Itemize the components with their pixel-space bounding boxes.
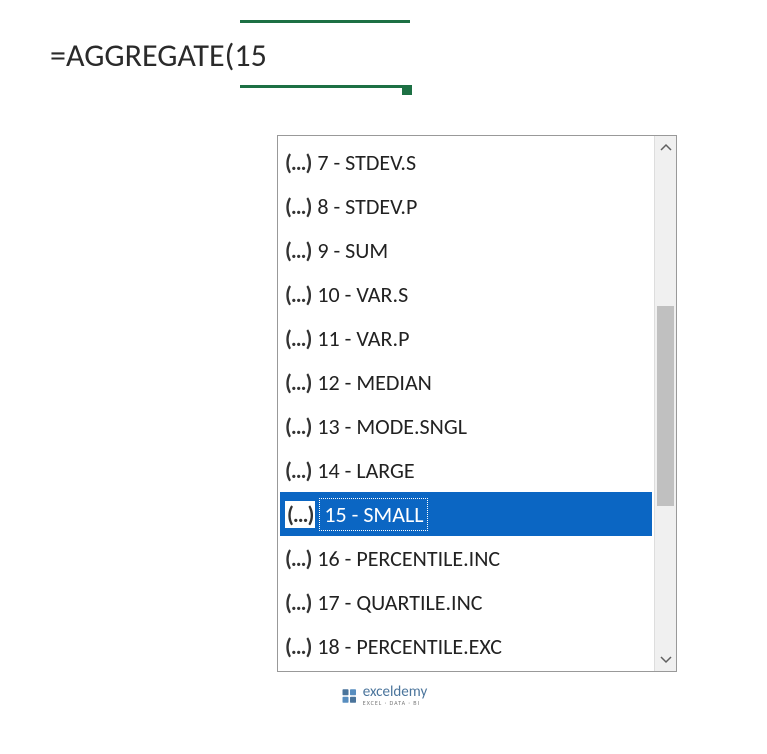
dropdown-item-stdevp[interactable]: (...) 8 - STDEV.P <box>280 184 652 228</box>
dropdown-item-label: 7 - STDEV.S <box>315 149 416 176</box>
dropdown-item-label: 10 - VAR.S <box>315 281 408 308</box>
dropdown-item-label: 15 - SMALL <box>319 498 428 531</box>
dropdown-item-label: 9 - SUM <box>315 237 388 264</box>
chevron-down-icon <box>660 656 672 664</box>
function-icon: (...) <box>285 457 311 484</box>
function-icon: (...) <box>285 281 311 308</box>
watermark-brand: exceldemy <box>363 685 427 700</box>
dropdown-item-median[interactable]: (...) 12 - MEDIAN <box>280 360 652 404</box>
watermark-logo-icon <box>340 687 358 705</box>
dropdown-item-label: 16 - PERCENTILE.INC <box>315 545 500 572</box>
dropdown-item-quartileinc[interactable]: (...) 17 - QUARTILE.INC <box>280 580 652 624</box>
watermark: exceldemy EXCEL · DATA · BI <box>340 685 427 706</box>
dropdown-item-percentileexc[interactable]: (...) 18 - PERCENTILE.EXC <box>280 624 652 668</box>
function-icon: (...) <box>285 633 311 660</box>
dropdown-item-sum[interactable]: (...) 9 - SUM <box>280 228 652 272</box>
dropdown-item-label: 18 - PERCENTILE.EXC <box>315 633 502 660</box>
dropdown-item-large[interactable]: (...) 14 - LARGE <box>280 448 652 492</box>
highlight-underline <box>240 85 410 88</box>
scrollbar[interactable] <box>654 136 676 671</box>
scroll-track[interactable] <box>655 158 676 649</box>
function-icon: (...) <box>285 589 311 616</box>
dropdown-item-label: 8 - STDEV.P <box>315 193 417 220</box>
formula-bar-area: =AGGREGATE(15 <box>50 30 370 81</box>
watermark-tagline: EXCEL · DATA · BI <box>363 700 427 706</box>
dropdown-item-varp[interactable]: (...) 11 - VAR.P <box>280 316 652 360</box>
function-icon: (...) <box>285 369 311 396</box>
dropdown-item-label: 11 - VAR.P <box>315 325 409 352</box>
dropdown-item-label: 13 - MODE.SNGL <box>315 413 467 440</box>
autocomplete-dropdown: (...) 7 - STDEV.S (...) 8 - STDEV.P (...… <box>277 135 677 672</box>
dropdown-item-modesngl[interactable]: (...) 13 - MODE.SNGL <box>280 404 652 448</box>
formula-prefix: =AGGREGATE( <box>50 36 234 75</box>
highlight-overline <box>240 20 410 23</box>
scroll-down-arrow[interactable] <box>655 649 676 671</box>
dropdown-item-small[interactable]: (...) 15 - SMALL <box>280 492 652 536</box>
function-icon: (...) <box>287 501 313 528</box>
function-icon: (...) <box>285 325 311 352</box>
dropdown-item-label: 14 - LARGE <box>315 457 414 484</box>
watermark-text: exceldemy EXCEL · DATA · BI <box>363 685 427 706</box>
function-icon: (...) <box>285 193 311 220</box>
formula-argument: 15 <box>234 36 266 75</box>
chevron-up-icon <box>660 143 672 151</box>
dropdown-item-label: 12 - MEDIAN <box>315 369 432 396</box>
dropdown-item-percentileinc[interactable]: (...) 16 - PERCENTILE.INC <box>280 536 652 580</box>
dropdown-item-vars[interactable]: (...) 10 - VAR.S <box>280 272 652 316</box>
function-icon: (...) <box>285 545 311 572</box>
highlight-handle <box>402 85 412 95</box>
formula-text[interactable]: =AGGREGATE(15 <box>50 30 370 81</box>
dropdown-item-stdevs[interactable]: (...) 7 - STDEV.S <box>280 140 652 184</box>
function-icon: (...) <box>285 413 311 440</box>
function-icon: (...) <box>285 237 311 264</box>
dropdown-list[interactable]: (...) 7 - STDEV.S (...) 8 - STDEV.P (...… <box>278 136 654 671</box>
function-icon: (...) <box>285 149 311 176</box>
scroll-thumb[interactable] <box>657 306 674 506</box>
dropdown-item-label: 17 - QUARTILE.INC <box>315 589 482 616</box>
scroll-up-arrow[interactable] <box>655 136 676 158</box>
